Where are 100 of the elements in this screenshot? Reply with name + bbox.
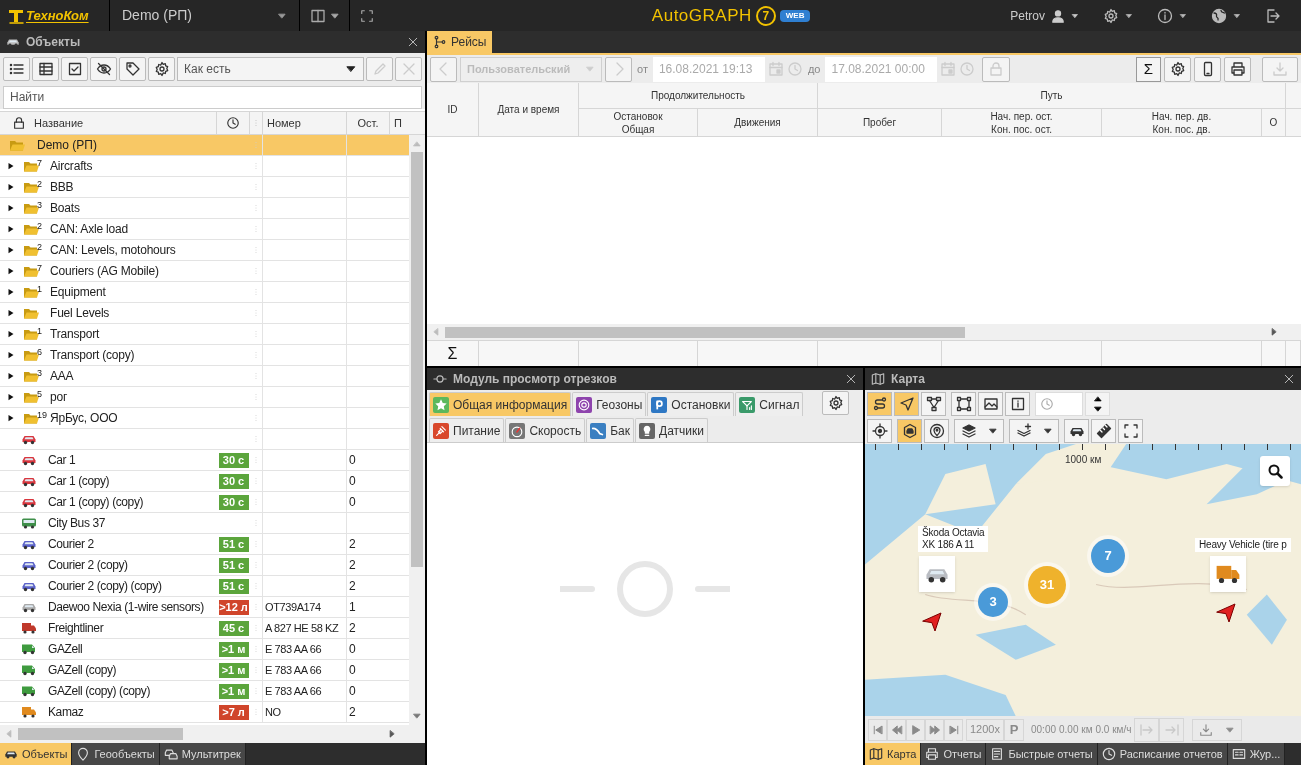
expand-arrow-icon[interactable] [6, 371, 16, 381]
table-view-button[interactable] [32, 56, 59, 81]
column-header[interactable]: Остановок Общая [579, 109, 698, 136]
table-row[interactable]: GAZell (copy) (copy) >1 м E 783 AA 66 0 [0, 681, 409, 702]
column-header[interactable]: Дата и время [479, 83, 579, 136]
column-header[interactable]: Пробег [818, 109, 942, 136]
table-row[interactable]: Freightliner 45 с A 827 HE 58 KZ 2 [0, 618, 409, 639]
table-row[interactable]: 2 CAN: Axle load [0, 219, 409, 240]
panel-tab[interactable]: Бак [586, 418, 634, 442]
table-row[interactable]: Fuel Levels [0, 303, 409, 324]
table-row[interactable]: Kamaz >7 л NO 2 [0, 702, 409, 723]
bottom-tab[interactable]: Отчеты [921, 743, 987, 765]
expand-arrow-icon[interactable] [6, 224, 16, 234]
vertical-scrollbar[interactable] [409, 135, 425, 725]
bottom-tab[interactable]: Быстрые отчеты [986, 743, 1098, 765]
table-row[interactable]: GAZell >1 м E 783 AA 66 0 [0, 639, 409, 660]
table-row[interactable]: Courier 2 (copy) (copy) 51 с 2 [0, 576, 409, 597]
table-row[interactable]: City Bus 37 [0, 513, 409, 534]
column-header[interactable]: Нач. пер. ост. Кон. пос. ост. [942, 109, 1102, 136]
column-header[interactable]: ID [427, 83, 479, 136]
forward-button[interactable] [925, 718, 944, 741]
scroll-up-icon[interactable] [412, 139, 422, 149]
panel-tab[interactable]: Питание [429, 418, 505, 442]
vehicles-button[interactable] [1064, 418, 1089, 443]
expand-arrow-icon[interactable] [6, 161, 16, 171]
expand-arrow-icon[interactable] [6, 350, 16, 360]
scroll-thumb[interactable] [445, 326, 965, 338]
vehicle-arrow-icon[interactable] [921, 611, 943, 633]
column-header[interactable]: Название [34, 114, 84, 132]
horizontal-scrollbar[interactable] [0, 725, 425, 743]
expand-arrow-icon[interactable] [6, 245, 16, 255]
table-row[interactable]: 7 Aircrafts [0, 156, 409, 177]
panel-tab[interactable]: Скорость [505, 418, 586, 442]
bottom-tab[interactable]: Объекты [0, 743, 73, 765]
panel-tab[interactable]: Остановки [647, 392, 735, 416]
scroll-thumb[interactable] [411, 152, 423, 567]
table-row[interactable]: 2 BBB [0, 177, 409, 198]
horizontal-scrollbar[interactable] [427, 324, 1301, 340]
column-header[interactable]: Номер [263, 112, 347, 134]
expand-arrow-icon[interactable] [6, 392, 16, 402]
nodes-button[interactable] [921, 391, 946, 416]
bottom-tab[interactable]: Геообъекты [72, 743, 160, 765]
search-button[interactable] [1260, 456, 1290, 486]
table-row[interactable]: Courier 2 (copy) 51 с 2 [0, 555, 409, 576]
fullscreen-button[interactable] [1118, 418, 1143, 443]
table-row[interactable]: Daewoo Nexia (1-wire sensors) >12 л OT739A174 1 [0, 597, 409, 618]
locate-button[interactable] [867, 418, 892, 443]
bottom-tab[interactable]: Карта [865, 743, 922, 765]
first-button[interactable] [868, 718, 887, 741]
sum-button[interactable]: Σ [1136, 56, 1161, 82]
scroll-down-icon[interactable] [412, 711, 422, 721]
column-group-header[interactable]: Продолжительность [579, 83, 818, 109]
trips-tab[interactable]: Рейсы [427, 31, 493, 53]
panel-tab[interactable]: Общая информация [429, 392, 572, 416]
print-button[interactable] [1224, 56, 1251, 82]
table-row[interactable]: Car 1 (copy) 30 с 0 [0, 471, 409, 492]
lock-button[interactable] [982, 56, 1011, 82]
table-row[interactable]: 3 Boats [0, 198, 409, 219]
table-row[interactable]: Car 1 (copy) (copy) 30 с 0 [0, 492, 409, 513]
expand-arrow-icon[interactable] [6, 329, 16, 339]
scroll-thumb[interactable] [18, 728, 183, 740]
close-icon[interactable] [1283, 373, 1295, 385]
export-dropdown[interactable] [1192, 718, 1243, 741]
column-header[interactable]: Ост. [347, 112, 390, 134]
vehicle-arrow-icon[interactable] [1215, 602, 1237, 624]
table-row[interactable]: Demo (РП) [0, 135, 409, 156]
mobile-button[interactable] [1194, 56, 1221, 82]
pin-button[interactable] [924, 418, 949, 443]
time-field[interactable] [1035, 391, 1083, 416]
last-button[interactable] [944, 718, 963, 741]
close-icon[interactable] [845, 373, 857, 385]
bottom-tab[interactable]: Жур... [1227, 743, 1286, 765]
add-layer-dropdown[interactable] [1009, 418, 1059, 443]
settings-button[interactable] [1164, 56, 1191, 82]
table-row[interactable]: Courier 2 51 с 2 [0, 534, 409, 555]
table-row[interactable]: 1 Equipment [0, 282, 409, 303]
scroll-left-icon[interactable] [4, 729, 14, 739]
table-row[interactable]: 5 рог [0, 387, 409, 408]
table-row[interactable]: 2 CAN: Levels, motohours [0, 240, 409, 261]
table-row[interactable]: 19 ЯрБус, ООО [0, 408, 409, 429]
next-button[interactable] [605, 56, 632, 82]
vehicle-labels-button[interactable] [897, 418, 922, 443]
expand-arrow-icon[interactable] [6, 308, 16, 318]
settings-button[interactable] [822, 391, 849, 415]
close-icon[interactable] [407, 36, 419, 48]
column-header[interactable]: Нач. пер. дв. Кон. пос. дв. [1102, 109, 1262, 136]
scroll-right-icon[interactable] [1269, 327, 1279, 337]
image-button[interactable] [978, 391, 1003, 416]
column-header[interactable]: Движения [698, 109, 818, 136]
sort-dropdown[interactable]: Как есть [177, 56, 364, 81]
layers-dropdown[interactable] [954, 418, 1004, 443]
select-area-button[interactable] [951, 391, 976, 416]
table-row[interactable]: 1 Transport [0, 324, 409, 345]
rewind-button[interactable] [887, 718, 906, 741]
settings-button[interactable] [148, 56, 175, 81]
table-row[interactable]: 3 AAA [0, 366, 409, 387]
select-button[interactable] [61, 56, 88, 81]
search-field[interactable]: Найти [3, 85, 422, 109]
expand-arrow-icon[interactable] [6, 287, 16, 297]
scroll-right-icon[interactable] [387, 729, 397, 739]
